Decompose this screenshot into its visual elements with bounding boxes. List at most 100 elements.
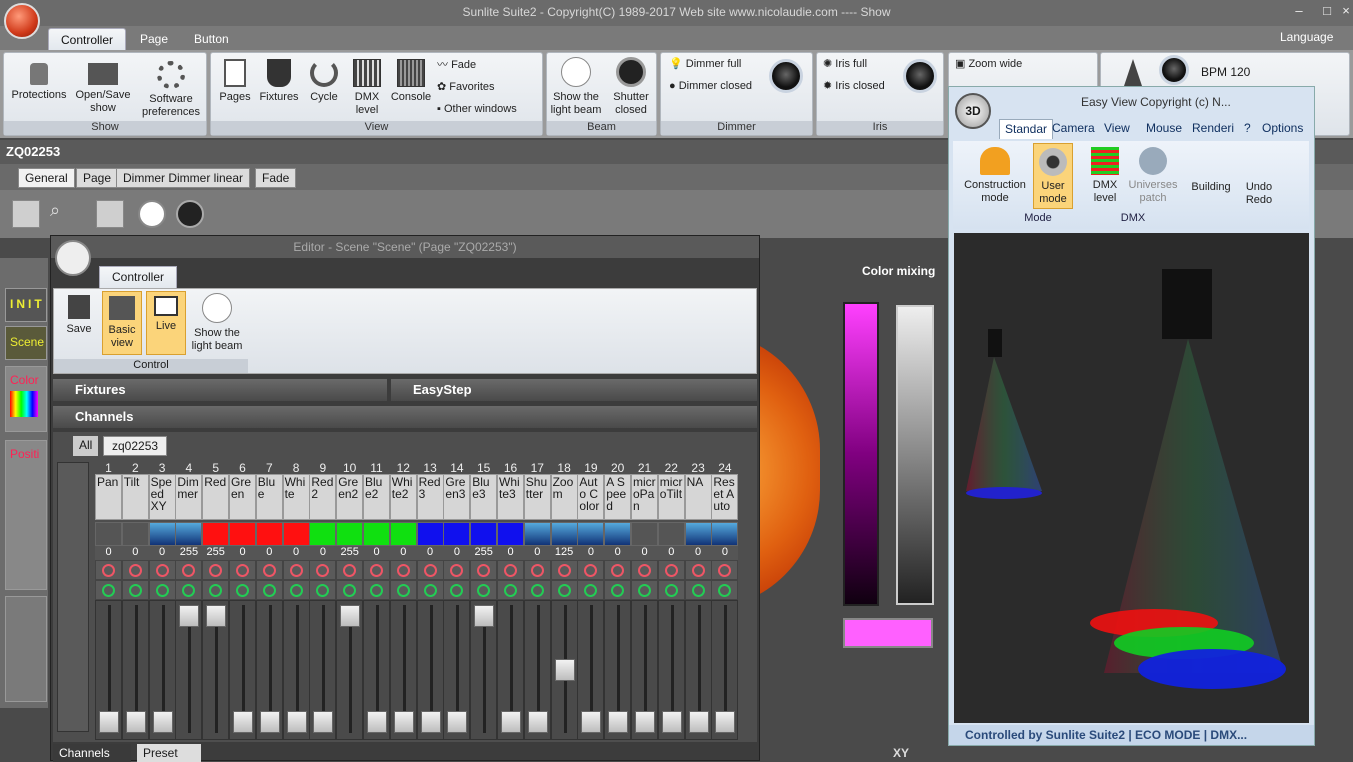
channel-fader[interactable] — [202, 600, 230, 740]
basic-view-button[interactable]: Basic view — [102, 291, 142, 355]
channel-reset-button[interactable] — [336, 560, 364, 580]
channel-fader[interactable] — [443, 600, 471, 740]
fixtures-section[interactable]: Fixtures — [53, 379, 387, 401]
fader-handle[interactable] — [393, 711, 414, 733]
3d-dmx-level-button[interactable]: DMX level — [1085, 147, 1125, 205]
iris-knob[interactable] — [903, 59, 937, 93]
fader-handle[interactable] — [554, 659, 575, 682]
channel-reset-button[interactable] — [443, 560, 471, 580]
channel-reset-button[interactable] — [604, 560, 632, 580]
channel-enable-button[interactable] — [550, 580, 578, 600]
fader-handle[interactable] — [206, 605, 227, 627]
channel-reset-button[interactable] — [657, 560, 685, 580]
dimmer-knob[interactable] — [769, 59, 803, 93]
channel-enable-button[interactable] — [631, 580, 658, 600]
maximize-button[interactable]: □ — [1318, 3, 1336, 21]
iris-full-button[interactable]: ✺ Iris full — [823, 54, 867, 74]
tab-standard[interactable]: Standar — [999, 119, 1054, 139]
user-mode-button[interactable]: User mode — [1033, 143, 1073, 209]
dimmer-full-button[interactable]: 💡 Dimmer full — [669, 54, 741, 74]
fader-handle[interactable] — [233, 711, 253, 733]
channel-enable-button[interactable] — [604, 580, 632, 600]
channel-enable-button[interactable] — [255, 580, 283, 600]
bpm-knob[interactable] — [1159, 55, 1189, 85]
open-save-button[interactable]: Open/Save show — [72, 59, 134, 115]
favorites-button[interactable]: ✿ Favorites — [437, 77, 495, 97]
fader-handle[interactable] — [447, 711, 468, 733]
fader-handle[interactable] — [340, 605, 361, 627]
channel-enable-button[interactable] — [657, 580, 685, 600]
beam-off-button[interactable] — [176, 200, 204, 228]
channel-enable-button[interactable] — [470, 580, 498, 600]
pages-button[interactable]: Pages — [215, 59, 255, 104]
channel-fader[interactable] — [497, 600, 524, 740]
fader-handle[interactable] — [152, 711, 173, 733]
universes-patch-button[interactable]: Universes patch — [1127, 147, 1179, 205]
channel-fader[interactable] — [229, 600, 256, 740]
editor-orb-button[interactable] — [55, 240, 91, 276]
close-button[interactable]: × — [1340, 3, 1352, 21]
channel-fader[interactable] — [255, 600, 283, 740]
channel-fader[interactable] — [389, 600, 417, 740]
fader-handle[interactable] — [608, 711, 629, 733]
scene-item[interactable]: Scene — [5, 326, 47, 360]
channel-reset-button[interactable] — [309, 560, 337, 580]
channel-reset-button[interactable] — [631, 560, 658, 580]
fader-handle[interactable] — [581, 711, 602, 733]
fader-handle[interactable] — [125, 711, 146, 733]
channel-reset-button[interactable] — [550, 560, 578, 580]
channel-reset-button[interactable] — [255, 560, 283, 580]
channel-reset-button[interactable] — [121, 560, 149, 580]
channel-fader[interactable] — [657, 600, 685, 740]
channel-reset-button[interactable] — [470, 560, 498, 580]
channel-fader[interactable] — [416, 600, 444, 740]
channel-reset-button[interactable] — [202, 560, 230, 580]
dmx-level-button[interactable]: DMX level — [347, 59, 387, 117]
fader-handle[interactable] — [661, 711, 682, 733]
channel-enable-button[interactable] — [684, 580, 712, 600]
fader-handle[interactable] — [286, 711, 307, 733]
fade-button[interactable]: 〰 Fade — [437, 55, 476, 75]
tab-doc-page[interactable]: Page — [76, 168, 119, 188]
cycle-button[interactable]: Cycle — [303, 59, 345, 104]
beam-on-button[interactable] — [138, 200, 166, 228]
undo-redo-button[interactable]: Undo Redo — [1239, 181, 1279, 207]
channel-reset-button[interactable] — [416, 560, 444, 580]
channel-reset-button[interactable] — [389, 560, 417, 580]
fader-handle[interactable] — [420, 711, 441, 733]
channel-fader[interactable] — [336, 600, 364, 740]
channel-fader[interactable] — [121, 600, 149, 740]
tab-button[interactable]: Button — [182, 28, 241, 50]
channel-enable-button[interactable] — [282, 580, 310, 600]
fader-handle[interactable] — [635, 711, 655, 733]
channel-reset-button[interactable] — [523, 560, 551, 580]
channel-fader[interactable] — [309, 600, 337, 740]
channel-reset-button[interactable] — [148, 560, 176, 580]
software-preferences-button[interactable]: Software preferences — [138, 59, 204, 119]
init-item[interactable]: INIT — [5, 288, 47, 322]
3d-viewport[interactable] — [954, 233, 1309, 723]
channel-enable-button[interactable] — [497, 580, 524, 600]
shutter-closed-button[interactable]: Shutter closed — [605, 57, 657, 117]
fader-handle[interactable] — [99, 711, 119, 733]
fader-handle[interactable] — [313, 711, 334, 733]
bottom-tab-preset[interactable]: Preset — [137, 744, 201, 762]
channel-reset-button[interactable] — [175, 560, 203, 580]
channel-enable-button[interactable] — [416, 580, 444, 600]
editor-show-beam-button[interactable]: Show the light beam — [188, 293, 246, 353]
channel-fader[interactable] — [604, 600, 632, 740]
hue-slider[interactable] — [843, 302, 879, 606]
channel-enable-button[interactable] — [309, 580, 337, 600]
channel-enable-button[interactable] — [363, 580, 390, 600]
channel-enable-button[interactable] — [443, 580, 471, 600]
fader-handle[interactable] — [501, 711, 521, 733]
easystep-section[interactable]: EasyStep — [391, 379, 757, 401]
channel-enable-button[interactable] — [148, 580, 176, 600]
channel-fader[interactable] — [363, 600, 390, 740]
channel-reset-button[interactable] — [684, 560, 712, 580]
fader-handle[interactable] — [474, 605, 495, 627]
dimmer-closed-button[interactable]: ● Dimmer closed — [669, 76, 752, 96]
channels-section[interactable]: Channels — [53, 406, 757, 428]
channel-enable-button[interactable] — [202, 580, 230, 600]
channel-fader[interactable] — [684, 600, 712, 740]
